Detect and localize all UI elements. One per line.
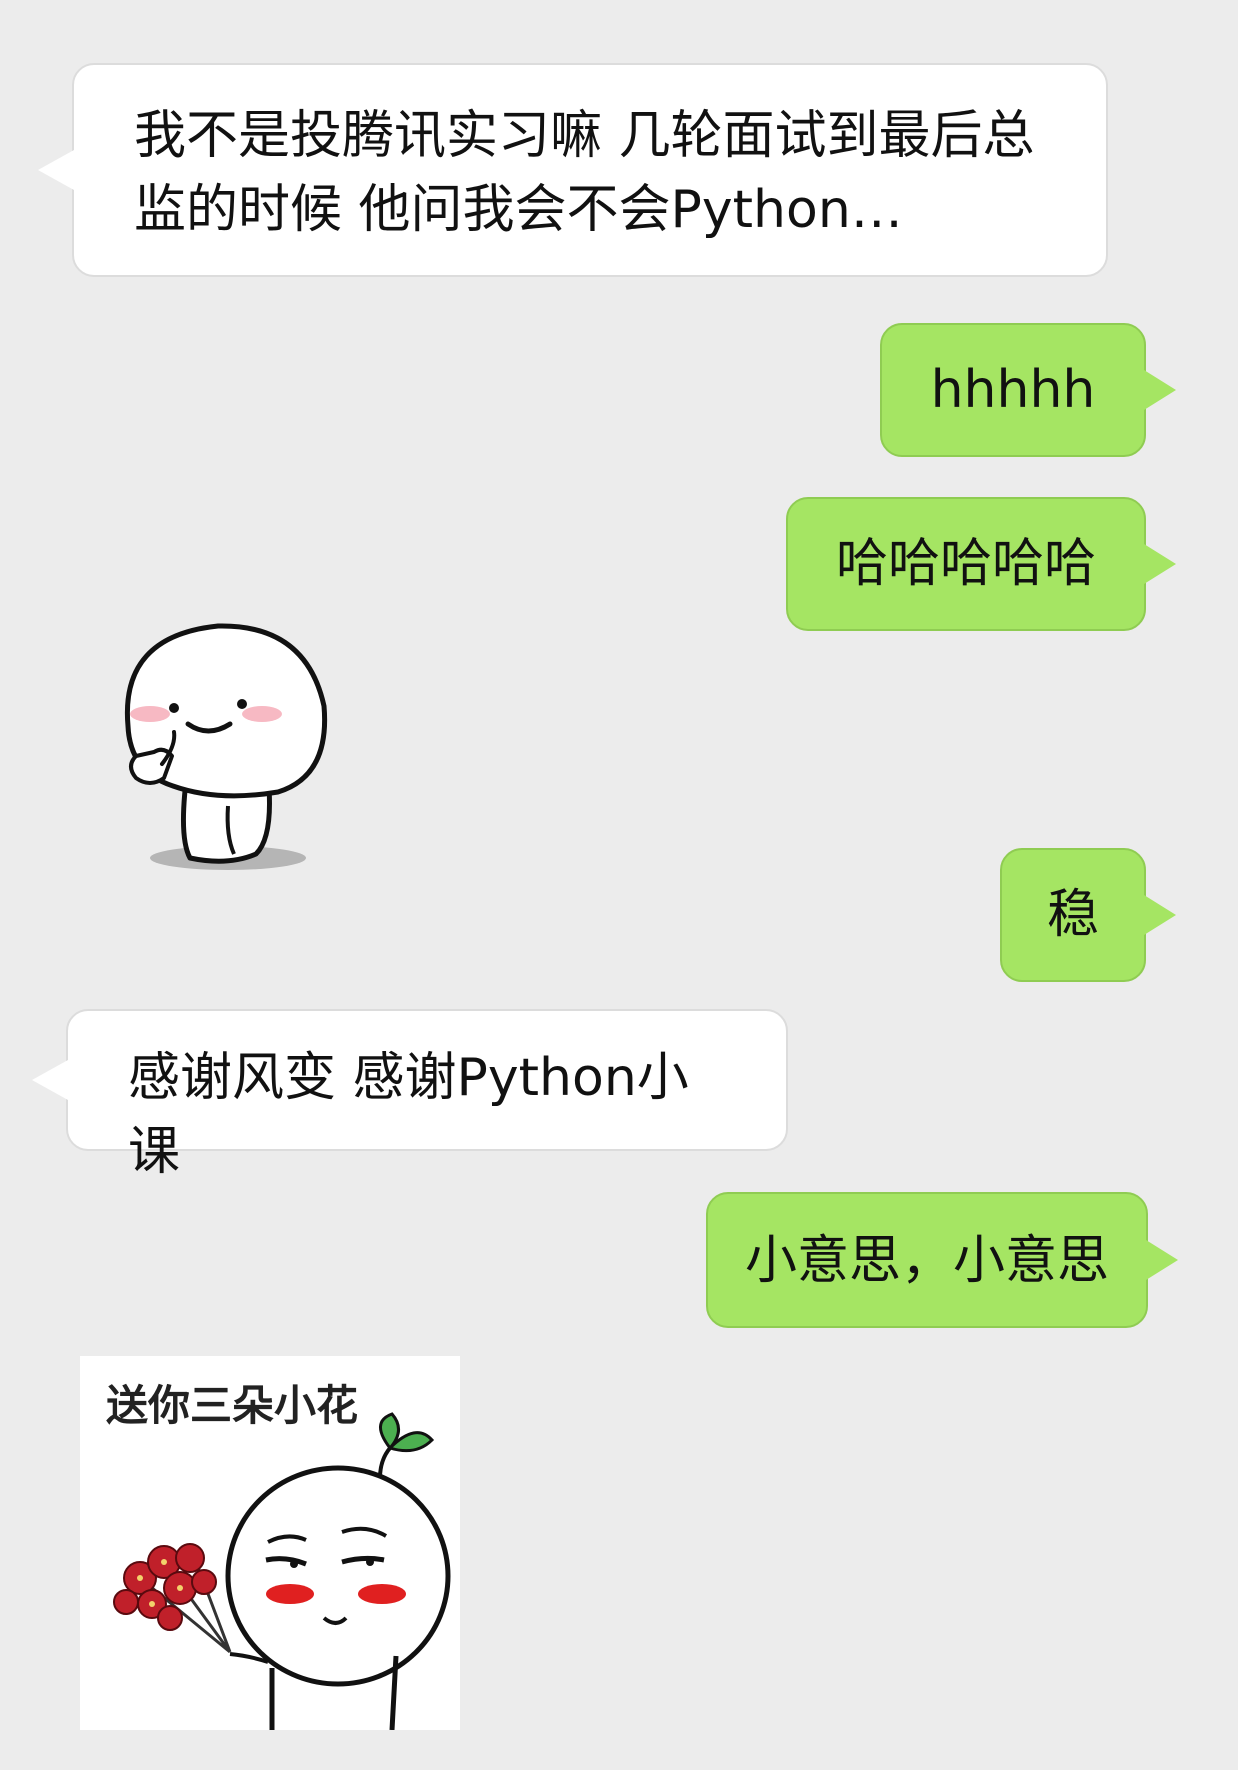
chat-screen: { "messages": [ {"side": "left", "text":… — [0, 0, 1238, 1770]
message-bubble-outgoing[interactable]: 小意思，小意思 — [706, 1192, 1178, 1328]
message-text: 我不是投腾讯实习嘛 几轮面试到最后总监的时候 他问我会不会Python… — [134, 106, 1035, 240]
message-text: 感谢风变 感谢Python小课 — [128, 1048, 689, 1182]
message-text: 小意思，小意思 — [744, 1231, 1109, 1291]
message-text: hhhhh — [930, 360, 1096, 420]
message-text: 哈哈哈哈哈 — [835, 534, 1096, 594]
message-text: 稳 — [1046, 885, 1099, 945]
message-bubble-incoming[interactable]: 感谢风变 感谢Python小课 — [32, 1009, 788, 1182]
flower-bun-sticker[interactable]: 送你三朵小花 — [80, 1356, 460, 1730]
message-bubble-incoming[interactable]: 我不是投腾讯实习嘛 几轮面试到最后总监的时候 他问我会不会Python… — [38, 63, 1108, 277]
message-bubble-outgoing[interactable]: 哈哈哈哈哈 — [786, 497, 1176, 631]
message-bubble-outgoing[interactable]: hhhhh — [880, 323, 1176, 457]
thinking-bun-sticker[interactable] — [78, 596, 378, 926]
message-bubble-outgoing[interactable]: 稳 — [1000, 848, 1176, 982]
